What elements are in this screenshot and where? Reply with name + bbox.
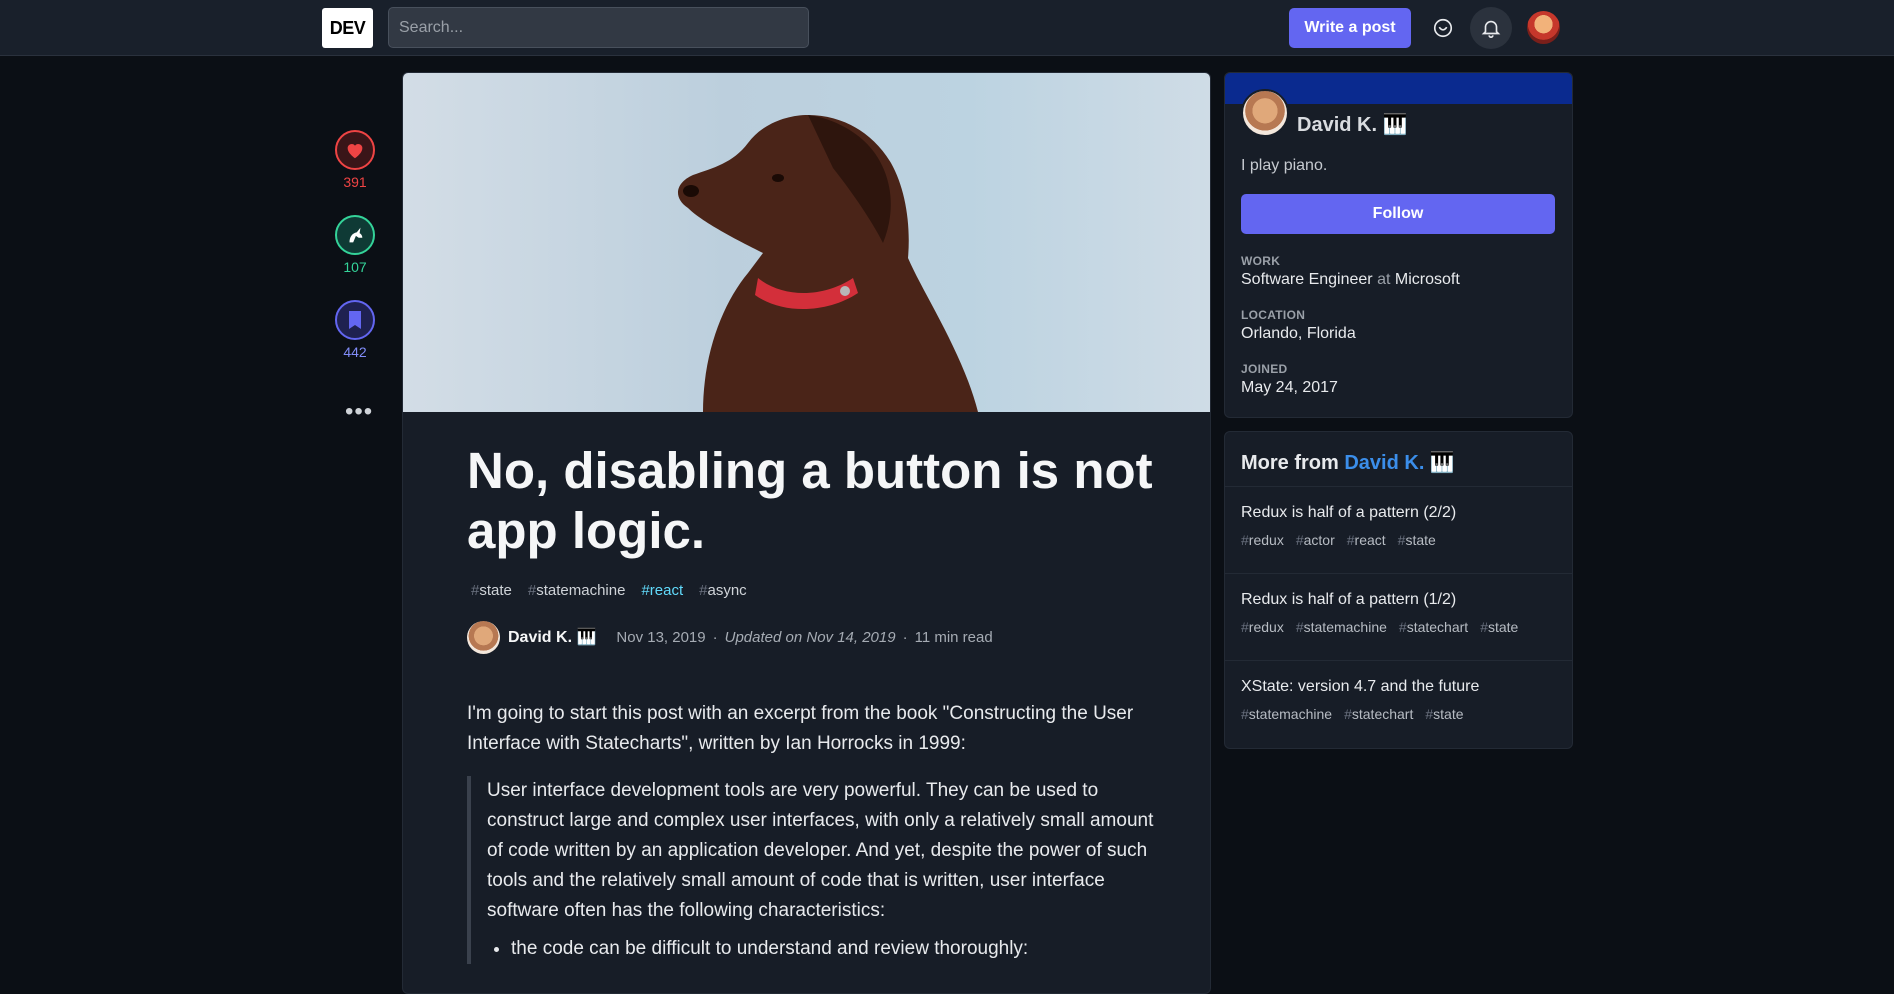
author-avatar[interactable] (467, 620, 500, 654)
more-from-item[interactable]: Redux is half of a pattern (2/2) #redux … (1225, 488, 1572, 574)
more-from-title[interactable]: Redux is half of a pattern (1/2) (1241, 591, 1556, 609)
dev-logo[interactable]: DEV (322, 8, 373, 48)
more-from-title[interactable]: Redux is half of a pattern (2/2) (1241, 504, 1556, 522)
chat-icon[interactable] (1422, 7, 1464, 49)
profile-avatar[interactable] (1241, 89, 1289, 137)
heart-icon[interactable] (335, 130, 375, 170)
profile-bio: I play piano. (1241, 157, 1328, 174)
meta-separator: · (902, 628, 908, 646)
more-from-card: More from David K. 🎹 Redux is half of a … (1224, 431, 1573, 749)
follow-button[interactable]: Follow (1241, 194, 1555, 234)
unicorn-icon[interactable] (335, 215, 375, 255)
article-meta: David K. 🎹 Nov 13, 2019 · Updated on Nov… (467, 620, 993, 654)
bookmark-reaction[interactable]: 442 (334, 300, 376, 360)
more-from-author-link[interactable]: David K. 🎹 (1344, 452, 1454, 474)
more-options-icon[interactable]: ••• (345, 398, 373, 426)
blockquote: User interface development tools are ver… (467, 776, 1157, 964)
published-date: Nov 13, 2019 (616, 628, 706, 646)
article-tags: #state #statemachine #react #async (471, 582, 747, 599)
write-post-button[interactable]: Write a post (1289, 8, 1411, 48)
author-profile-card: David K. 🎹 I play piano. Follow WORK Sof… (1224, 72, 1573, 418)
read-time: 11 min read (914, 628, 993, 646)
more-from-tags: #statemachine #statechart #state (1241, 706, 1464, 722)
more-from-tags: #redux #statemachine #statechart #state (1241, 619, 1519, 635)
tag-react[interactable]: #react (641, 582, 683, 599)
tag-state[interactable]: #state (471, 582, 512, 599)
more-from-heading: More from David K. 🎹 (1225, 432, 1572, 487)
location-value: Orlando, Florida (1241, 325, 1356, 342)
more-from-item[interactable]: Redux is half of a pattern (1/2) #redux … (1225, 575, 1572, 661)
author-name[interactable]: David K. 🎹 (508, 627, 596, 647)
bookmark-count: 442 (343, 344, 367, 360)
quote-list: the code can be difficult to understand … (487, 934, 1157, 964)
like-reaction[interactable]: 391 (334, 130, 376, 190)
article-card: No, disabling a button is not app logic.… (402, 72, 1211, 994)
location-label: LOCATION (1241, 308, 1306, 322)
profile-name[interactable]: David K. 🎹 (1297, 112, 1407, 137)
updated-date: Updated on Nov 14, 2019 (724, 628, 896, 646)
more-from-item[interactable]: XState: version 4.7 and the future #stat… (1225, 662, 1572, 748)
bookmark-icon[interactable] (335, 300, 375, 340)
meta-separator: · (712, 628, 718, 646)
more-from-title[interactable]: XState: version 4.7 and the future (1241, 678, 1556, 696)
tag-statemachine[interactable]: #statemachine (528, 582, 626, 599)
quote-text: User interface development tools are ver… (487, 780, 1154, 921)
like-count: 391 (343, 174, 367, 190)
work-label: WORK (1241, 254, 1281, 268)
tag-async[interactable]: #async (699, 582, 747, 599)
top-header: DEV Write a post (0, 0, 1894, 56)
article-title: No, disabling a button is not app logic. (467, 442, 1153, 559)
cover-image (403, 73, 1210, 412)
quote-list-item: the code can be difficult to understand … (511, 934, 1157, 964)
bell-icon[interactable] (1470, 7, 1512, 49)
search-input[interactable] (388, 7, 809, 48)
work-value: Software Engineer at Microsoft (1241, 271, 1460, 288)
joined-label: JOINED (1241, 362, 1288, 376)
unicorn-count: 107 (343, 259, 367, 275)
unicorn-reaction[interactable]: 107 (334, 215, 376, 275)
article-intro: I'm going to start this post with an exc… (467, 703, 1134, 754)
user-avatar[interactable] (1527, 11, 1560, 44)
dog-illustration (677, 115, 978, 412)
more-from-tags: #redux #actor #react #state (1241, 532, 1436, 548)
joined-value: May 24, 2017 (1241, 379, 1338, 396)
